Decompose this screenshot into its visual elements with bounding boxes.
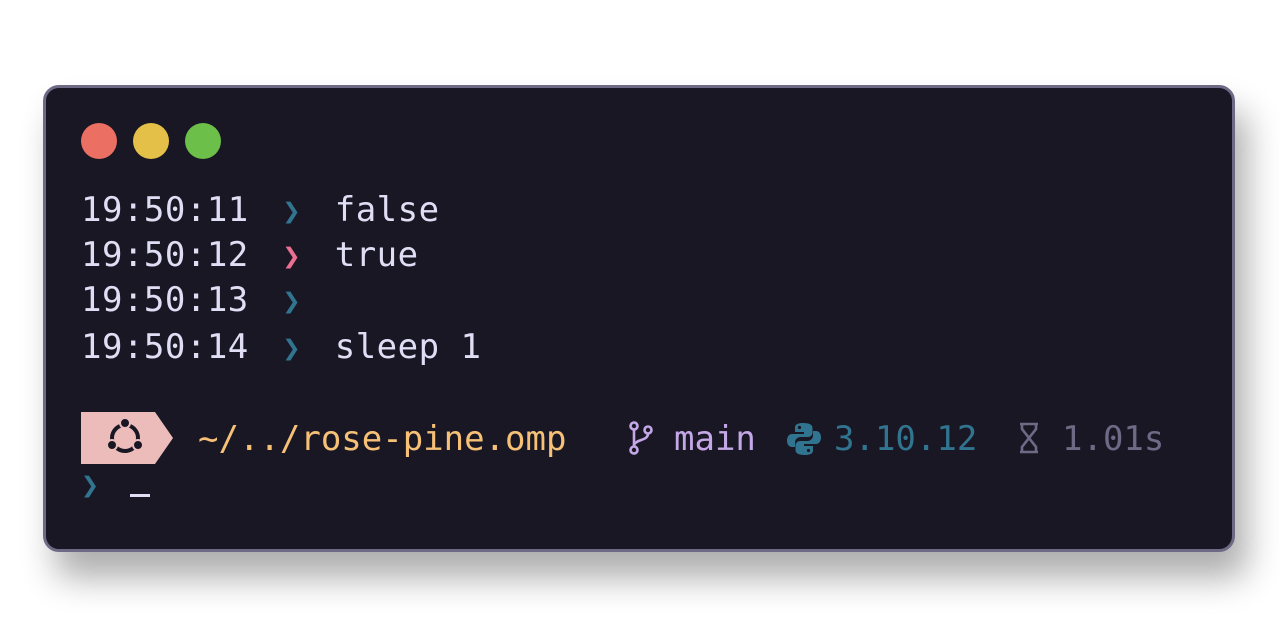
history-line: 19:50:14 ❯ sleep 1 — [81, 325, 482, 369]
prompt-chevron: ❯ — [282, 239, 302, 274]
python-version: 3.10.12 — [834, 419, 978, 459]
command-duration: 1.01s — [1062, 419, 1165, 459]
input-line[interactable]: ❯ — [81, 461, 105, 507]
python-icon — [787, 423, 821, 455]
input-chevron: ❯ — [81, 468, 100, 503]
timestamp: 19:50:12 — [81, 235, 249, 275]
command-text: true — [334, 235, 419, 275]
command-text: sleep 1 — [334, 327, 482, 367]
text-cursor — [130, 494, 150, 497]
timestamp: 19:50:11 — [81, 190, 249, 230]
history-line: 19:50:11 ❯ false — [81, 188, 440, 232]
timestamp: 19:50:14 — [81, 327, 249, 367]
os-segment — [81, 412, 173, 464]
prompt-chevron: ❯ — [282, 284, 302, 319]
prompt-chevron: ❯ — [282, 194, 302, 229]
timestamp: 19:50:13 — [81, 280, 249, 320]
prompt-chevron: ❯ — [282, 331, 302, 366]
window-controls — [81, 123, 221, 159]
history-line: 19:50:12 ❯ true — [81, 233, 419, 277]
terminal-window[interactable]: 19:50:11 ❯ false 19:50:12 ❯ true 19:50:1… — [43, 85, 1235, 552]
git-branch-name: main — [674, 419, 756, 459]
hourglass-icon — [1020, 422, 1038, 454]
path-segment: ~/../rose-pine.omp — [198, 419, 567, 459]
git-branch-icon — [629, 421, 653, 455]
history-line: 19:50:13 ❯ — [81, 278, 335, 322]
command-text: false — [334, 190, 440, 230]
minimize-button[interactable] — [133, 123, 169, 159]
zoom-button[interactable] — [185, 123, 221, 159]
close-button[interactable] — [81, 123, 117, 159]
